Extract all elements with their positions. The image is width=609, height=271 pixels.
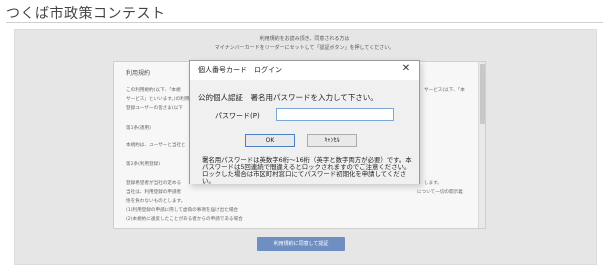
dialog-body: 公的個人認証 署名用パスワードを入力して下さい。 パスワード(P) OK ｷｬﾝ… bbox=[190, 80, 419, 185]
password-label: パスワード(P) bbox=[215, 112, 260, 120]
terms-line: 第2条(利用登録) bbox=[126, 162, 161, 167]
terms-line: します。 bbox=[424, 181, 442, 186]
terms-line: サービス」といいます。)の利用 bbox=[126, 97, 190, 102]
login-dialog: 個人番号カード ログイン ✕ 公的個人認証 署名用パスワードを入力して下さい。 … bbox=[189, 60, 420, 185]
terms-line: 登録希望者が当社の定める bbox=[126, 181, 182, 186]
terms-line: 登録ユーザーの皆さま(以下 bbox=[126, 106, 183, 111]
terms-scroll-thumb[interactable] bbox=[480, 64, 485, 124]
instruction-line-2: マイナンバーカードをリーダーにセットして「認証ボタン」を押してください。 bbox=[214, 45, 395, 51]
terms-line: 第1条(適用) bbox=[126, 126, 151, 131]
terms-line: (2)本規約に違反したことがある者からの申請である場合 bbox=[126, 217, 243, 222]
dialog-title: 個人番号カード ログイン bbox=[198, 66, 282, 74]
terms-scrollbar[interactable] bbox=[478, 62, 485, 228]
page-title: つくば市政策コンテスト bbox=[6, 6, 166, 22]
terms-line: 本規約は、ユーザーと当社と bbox=[126, 143, 186, 148]
dialog-prompt: 公的個人認証 署名用パスワードを入力して下さい。 bbox=[198, 93, 378, 102]
title-divider bbox=[6, 22, 603, 23]
terms-line: 悟を負わないものとします。 bbox=[126, 199, 186, 204]
ok-button[interactable]: OK bbox=[245, 134, 295, 147]
terms-line: (1)利用登録の申請に際して虚偽の事項を届け出た場合 bbox=[126, 208, 239, 213]
terms-line: について一切の開示義 bbox=[417, 190, 463, 195]
dialog-titlebar: 個人番号カード ログイン ✕ bbox=[190, 61, 419, 80]
close-icon[interactable]: ✕ bbox=[400, 63, 412, 75]
password-field[interactable] bbox=[276, 108, 394, 121]
terms-line: この利用規約(以下、「本規 bbox=[126, 88, 181, 93]
instruction-line-1: 利用規約をお読み頂き、同意される方は bbox=[259, 36, 350, 42]
terms-line: サービス(以下、「本 bbox=[424, 88, 465, 93]
cancel-button[interactable]: ｷｬﾝｾﾙ bbox=[307, 134, 357, 147]
terms-line: 当社は、利用登録の申請者 bbox=[126, 190, 182, 195]
terms-heading: 利用規約 bbox=[126, 70, 151, 77]
agree-authenticate-button[interactable]: 利用規約に同意して認証 bbox=[257, 237, 345, 251]
password-note: 署名用パスワードは英数字6桁〜16桁（英字と数字両方が必要）です。本パスワードは… bbox=[202, 156, 412, 185]
